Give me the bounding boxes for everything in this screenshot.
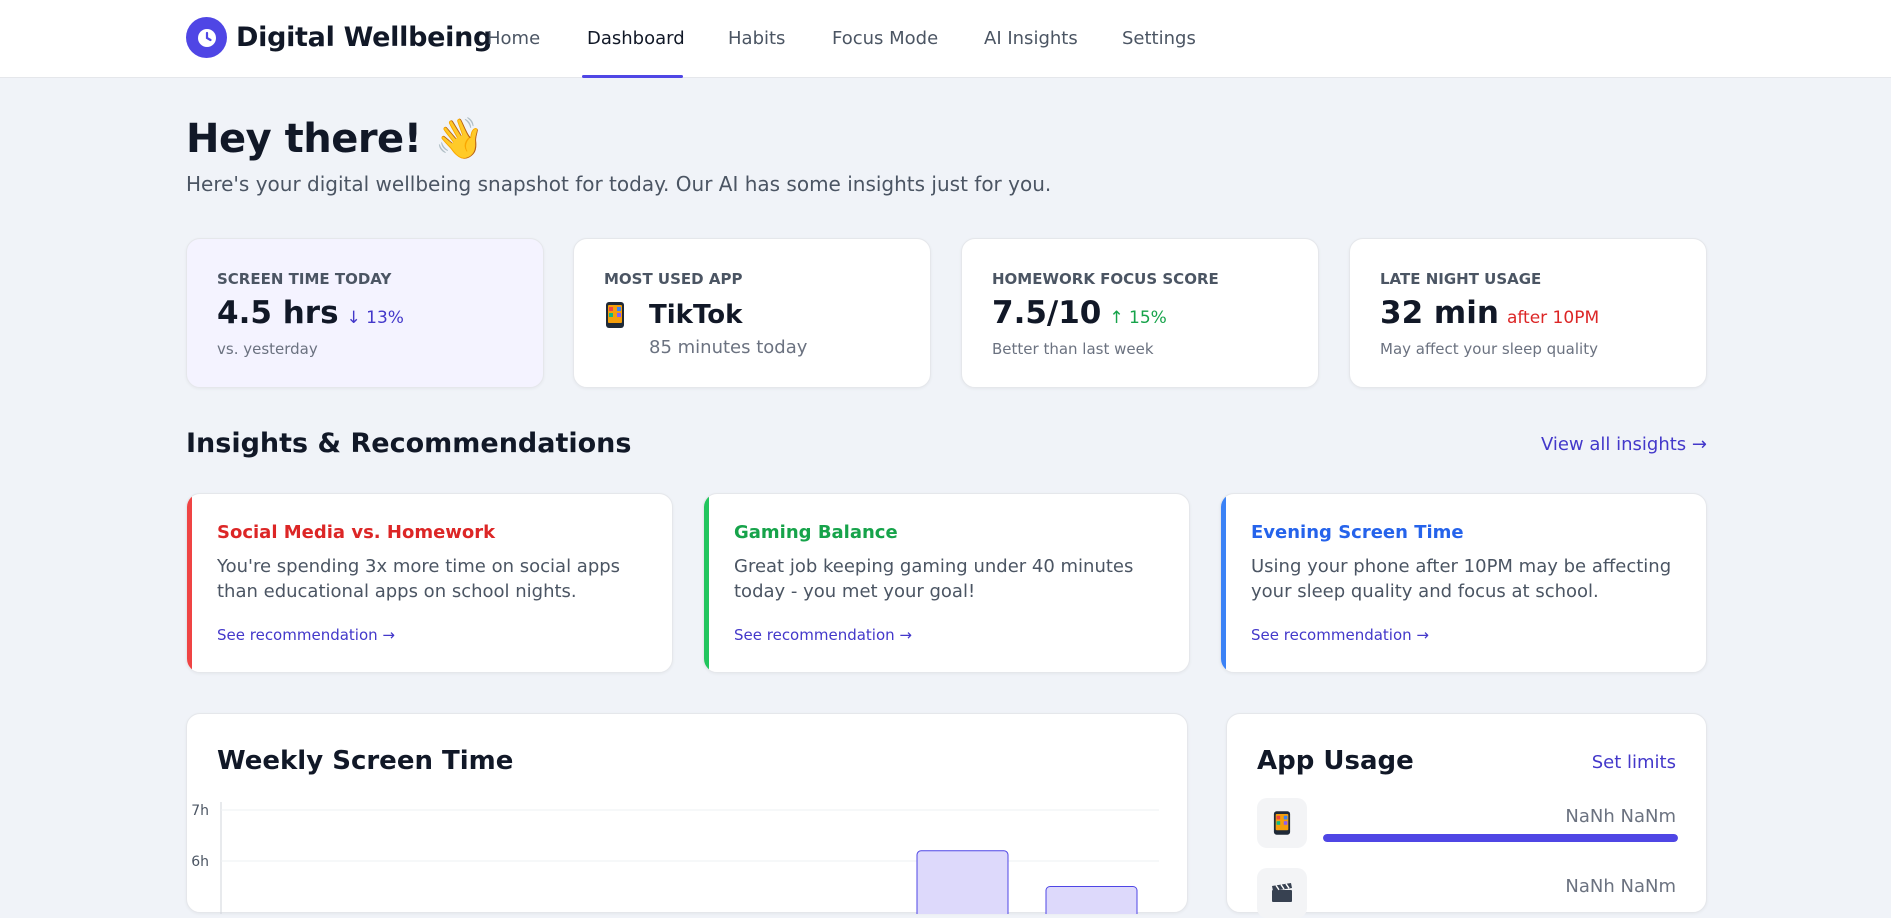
stat-label: MOST USED APP bbox=[604, 270, 743, 288]
stat-value: 4.5 hrs ↓ 13% bbox=[217, 295, 404, 331]
insight-card-social-media: Social Media vs. Homework You're spendin… bbox=[186, 493, 673, 673]
weekly-screen-time-panel: Weekly Screen Time 7h 6h bbox=[186, 713, 1188, 915]
insight-title: Social Media vs. Homework bbox=[217, 522, 496, 543]
nav-habits[interactable]: Habits bbox=[728, 28, 785, 49]
insight-title: Gaming Balance bbox=[734, 522, 898, 543]
weekly-bar[interactable] bbox=[916, 850, 1009, 914]
insight-card-gaming: Gaming Balance Great job keeping gaming … bbox=[703, 493, 1190, 673]
page-greeting: Hey there! 👋 bbox=[186, 116, 485, 162]
insight-body: Great job keeping gaming under 40 minute… bbox=[734, 556, 1134, 602]
weekly-bar-chart: 7h 6h bbox=[191, 802, 1159, 915]
insights-heading: Insights & Recommendations bbox=[186, 428, 632, 459]
stat-card-focus-score: HOMEWORK FOCUS SCORE 7.5/10 ↑ 15% Better … bbox=[961, 238, 1319, 388]
set-limits-link[interactable]: Set limits bbox=[1592, 752, 1676, 773]
stat-card-most-used-app: MOST USED APP TikTok 85 minutes today bbox=[573, 238, 931, 388]
most-used-app-minutes: 85 minutes today bbox=[649, 337, 808, 358]
phone-icon bbox=[604, 300, 626, 330]
focus-score-delta: ↑ 15% bbox=[1109, 308, 1167, 328]
app-usage-bar-fill bbox=[1323, 834, 1678, 842]
screen-time-value: 4.5 hrs bbox=[217, 295, 339, 331]
stat-label: SCREEN TIME TODAY bbox=[217, 270, 392, 288]
active-tab-indicator bbox=[582, 75, 683, 78]
see-recommendation-link[interactable]: See recommendation → bbox=[1251, 626, 1429, 644]
stat-value: 32 min after 10PM bbox=[1380, 295, 1599, 331]
weekly-bar[interactable] bbox=[1045, 886, 1138, 915]
app-usage-time: NaNh NaNm bbox=[1565, 876, 1676, 897]
see-recommendation-link[interactable]: See recommendation → bbox=[217, 626, 395, 644]
most-used-app-name: TikTok bbox=[649, 300, 743, 330]
stat-subtext: Better than last week bbox=[992, 340, 1154, 358]
stat-value: 7.5/10 ↑ 15% bbox=[992, 295, 1167, 331]
app-usage-panel: App Usage Set limits NaNh NaNm NaNh NaNm bbox=[1226, 713, 1707, 918]
brand-name: Digital Wellbeing bbox=[236, 22, 493, 53]
clapper-icon bbox=[1257, 868, 1307, 918]
app-usage-title: App Usage bbox=[1257, 746, 1414, 776]
y-tick-label: 7h bbox=[191, 803, 209, 819]
brand-logo[interactable]: Digital Wellbeing bbox=[186, 17, 492, 58]
insight-accent-bar bbox=[704, 494, 709, 672]
top-nav: Digital Wellbeing Home Dashboard Habits … bbox=[0, 0, 1891, 78]
phone-icon bbox=[1257, 798, 1307, 848]
late-night-note: after 10PM bbox=[1506, 308, 1600, 328]
insight-card-evening: Evening Screen Time Using your phone aft… bbox=[1220, 493, 1707, 673]
stat-subtext: vs. yesterday bbox=[217, 340, 318, 358]
y-tick-label: 6h bbox=[191, 854, 209, 870]
nav-ai-insights[interactable]: AI Insights bbox=[984, 28, 1078, 49]
stat-label: HOMEWORK FOCUS SCORE bbox=[992, 270, 1219, 288]
see-recommendation-link[interactable]: See recommendation → bbox=[734, 626, 912, 644]
insight-accent-bar bbox=[1221, 494, 1226, 672]
insight-body: Using your phone after 10PM may be affec… bbox=[1251, 556, 1672, 602]
nav-focus-mode[interactable]: Focus Mode bbox=[832, 28, 938, 49]
insight-title: Evening Screen Time bbox=[1251, 522, 1464, 543]
nav-dashboard[interactable]: Dashboard bbox=[587, 28, 685, 49]
clock-icon bbox=[186, 17, 227, 58]
late-night-value: 32 min bbox=[1380, 295, 1499, 331]
app-usage-time: NaNh NaNm bbox=[1565, 806, 1676, 827]
stat-card-screen-time: SCREEN TIME TODAY 4.5 hrs ↓ 13% vs. yeste… bbox=[186, 238, 544, 388]
insight-accent-bar bbox=[187, 494, 192, 672]
screen-time-delta: ↓ 13% bbox=[346, 308, 404, 328]
view-all-insights-link[interactable]: View all insights → bbox=[1541, 434, 1707, 455]
page-subtitle: Here's your digital wellbeing snapshot f… bbox=[186, 172, 1052, 196]
nav-settings[interactable]: Settings bbox=[1122, 28, 1196, 49]
stat-subtext: May affect your sleep quality bbox=[1380, 340, 1598, 358]
focus-score-value: 7.5/10 bbox=[992, 295, 1102, 331]
app-usage-bar bbox=[1323, 834, 1678, 842]
nav-home[interactable]: Home bbox=[487, 28, 540, 49]
stat-label: LATE NIGHT USAGE bbox=[1380, 270, 1542, 288]
stat-card-late-night: LATE NIGHT USAGE 32 min after 10PM May af… bbox=[1349, 238, 1707, 388]
insight-body: You're spending 3x more time on social a… bbox=[217, 556, 621, 602]
